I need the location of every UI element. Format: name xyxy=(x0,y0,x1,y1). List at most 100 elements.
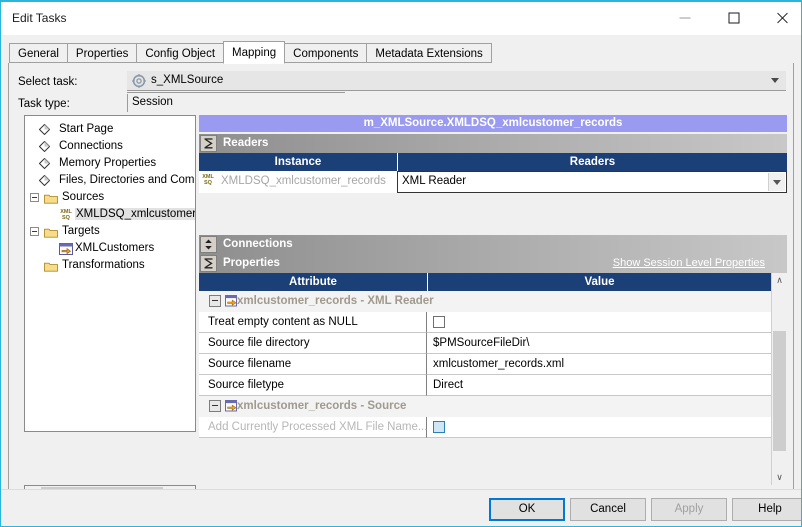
mapping-detail-panel: m_XMLSource.XMLDSQ_xmlcustomer_records R… xyxy=(199,115,787,485)
property-row[interactable]: Source filetype Direct xyxy=(199,375,771,396)
tab-mapping[interactable]: Mapping xyxy=(223,41,286,64)
property-value-cell[interactable]: $PMSourceFileDir\ xyxy=(427,333,771,354)
select-task-value: s_XMLSource xyxy=(151,74,224,86)
collapse-hourglass-icon[interactable] xyxy=(200,255,217,272)
dialog-button-bar: OK Cancel Apply Help xyxy=(1,489,801,526)
property-row[interactable]: Add Currently Processed XML File Name... xyxy=(199,417,771,438)
property-attribute-label: Source filetype xyxy=(208,379,285,391)
window-title: Edit Tasks xyxy=(12,11,67,25)
scroll-up-arrow-icon[interactable]: ∧ xyxy=(772,273,787,288)
tab-config-object[interactable]: Config Object xyxy=(136,43,224,63)
ok-button[interactable]: OK xyxy=(489,498,565,521)
mapping-title-bar: m_XMLSource.XMLDSQ_xmlcustomer_records xyxy=(199,115,787,132)
treat-empty-content-as-null-checkbox[interactable] xyxy=(433,316,445,328)
expander-minus-icon[interactable] xyxy=(30,193,39,202)
tree-item-label: Targets xyxy=(62,225,100,237)
chevron-down-icon xyxy=(771,78,779,83)
property-attribute-label: Add Currently Processed XML File Name... xyxy=(208,421,428,433)
scrollbar-thumb[interactable] xyxy=(773,331,786,451)
select-task-label: Select task: xyxy=(18,76,78,88)
properties-section-header: Properties Show Session Level Properties xyxy=(199,254,787,273)
properties-vertical-scrollbar[interactable]: ∧ ∨ xyxy=(771,273,787,485)
connections-section-header: Connections xyxy=(199,235,787,254)
expander-minus-icon[interactable] xyxy=(209,295,221,307)
property-value-cell[interactable]: Direct xyxy=(427,375,771,396)
property-row[interactable]: Treat empty content as NULL xyxy=(199,312,771,333)
xml-sq-icon: XML SQ xyxy=(60,209,72,221)
mapping-tab-panel: Select task: s_XMLSource Task type: Sess… xyxy=(8,63,794,526)
target-icon xyxy=(59,243,73,255)
tree-item-label: Files, Directories and Com xyxy=(59,174,195,186)
property-attribute-label: Treat empty content as NULL xyxy=(208,316,358,328)
tree-item-label: Sources xyxy=(62,191,105,203)
apply-button: Apply xyxy=(651,498,727,521)
tab-general[interactable]: General xyxy=(9,43,67,63)
maximize-icon xyxy=(728,12,740,24)
readers-grid-row: XML SQ XMLDSQ_xmlcustomer_records XML Rea… xyxy=(199,171,787,193)
connections-section-label: Connections xyxy=(223,238,293,250)
expander-minus-icon[interactable] xyxy=(30,227,39,236)
readers-section-header: Readers xyxy=(199,134,787,153)
property-attribute-label: Source filename xyxy=(208,358,292,370)
reader-instance-name: XMLDSQ_xmlcustomer_records xyxy=(221,175,386,187)
tree-item-label: Start Page xyxy=(59,123,114,135)
property-row[interactable]: Source file directory $PMSourceFileDir\ xyxy=(199,333,771,354)
source-filetype-value: Direct xyxy=(433,379,464,391)
property-row[interactable]: Source filename xmlcustomer_records.xml xyxy=(199,354,771,375)
add-currently-processed-xml-file-name-checkbox[interactable] xyxy=(433,421,445,433)
property-group-title: xmlcustomer_records - XML Reader xyxy=(237,295,434,307)
property-value-cell[interactable] xyxy=(427,417,771,438)
folder-icon xyxy=(44,227,58,238)
title-bar: Edit Tasks xyxy=(1,2,801,35)
reader-type-value: XML Reader xyxy=(402,175,467,187)
property-value-cell[interactable] xyxy=(427,312,771,333)
session-node-tree[interactable]: Start Page Connections Memory Properties… xyxy=(24,115,196,432)
column-header-value[interactable]: Value xyxy=(428,273,771,291)
scroll-down-arrow-icon[interactable]: ∨ xyxy=(772,470,787,485)
tab-components[interactable]: Components xyxy=(285,43,367,63)
task-type-label: Task type: xyxy=(18,98,70,110)
tab-metadata-extensions[interactable]: Metadata Extensions xyxy=(366,43,492,63)
reader-type-combo[interactable]: XML Reader xyxy=(397,171,787,193)
select-task-combo[interactable]: s_XMLSource xyxy=(127,71,786,91)
expand-updown-icon[interactable] xyxy=(200,236,217,253)
tree-item-label: Memory Properties xyxy=(59,157,157,169)
properties-grid-header: Attribute Value xyxy=(199,273,771,291)
gear-icon xyxy=(132,74,146,88)
folder-icon xyxy=(44,193,58,204)
source-file-directory-value: $PMSourceFileDir\ xyxy=(433,337,530,349)
property-value-cell[interactable]: xmlcustomer_records.xml xyxy=(427,354,771,375)
tree-item-label: Transformations xyxy=(62,259,145,271)
column-header-attribute[interactable]: Attribute xyxy=(199,273,427,291)
close-button[interactable] xyxy=(759,2,801,34)
property-group-header[interactable]: xmlcustomer_records - XML Reader xyxy=(199,291,771,312)
reader-instance-cell: XML SQ XMLDSQ_xmlcustomer_records xyxy=(199,171,397,193)
diamond-icon xyxy=(38,140,51,153)
help-button[interactable]: Help xyxy=(732,498,801,521)
maximize-button[interactable] xyxy=(711,2,757,34)
property-group-header[interactable]: xmlcustomer_records - Source xyxy=(199,396,771,417)
show-session-level-properties-link[interactable]: Show Session Level Properties xyxy=(613,257,765,269)
expander-minus-icon[interactable] xyxy=(209,400,221,412)
task-type-value-field: Session xyxy=(127,94,327,112)
folder-icon xyxy=(44,261,58,272)
close-icon xyxy=(776,12,789,25)
tab-strip: General Properties Config Object Mapping… xyxy=(1,35,801,64)
column-header-instance[interactable]: Instance xyxy=(199,153,397,171)
tree-item-label: XMLDSQ_xmlcustomer xyxy=(75,208,195,220)
minimize-button[interactable] xyxy=(662,2,708,34)
property-attribute-cell: Source filetype xyxy=(199,375,427,396)
xml-sq-icon: XML SQ xyxy=(202,174,214,186)
chevron-down-icon[interactable] xyxy=(768,173,785,191)
source-filename-value: xmlcustomer_records.xml xyxy=(433,358,564,370)
cancel-button[interactable]: Cancel xyxy=(570,498,646,521)
property-attribute-cell: Source file directory xyxy=(199,333,427,354)
edit-tasks-window: Edit Tasks General Properties Config Obj… xyxy=(0,0,802,527)
column-header-readers[interactable]: Readers xyxy=(398,153,787,171)
tab-properties[interactable]: Properties xyxy=(66,43,137,63)
property-attribute-cell: Treat empty content as NULL xyxy=(199,312,427,333)
properties-section-label: Properties xyxy=(223,257,280,269)
collapse-hourglass-icon[interactable] xyxy=(200,135,217,152)
property-group-title: xmlcustomer_records - Source xyxy=(237,400,407,412)
readers-section-label: Readers xyxy=(223,137,269,149)
